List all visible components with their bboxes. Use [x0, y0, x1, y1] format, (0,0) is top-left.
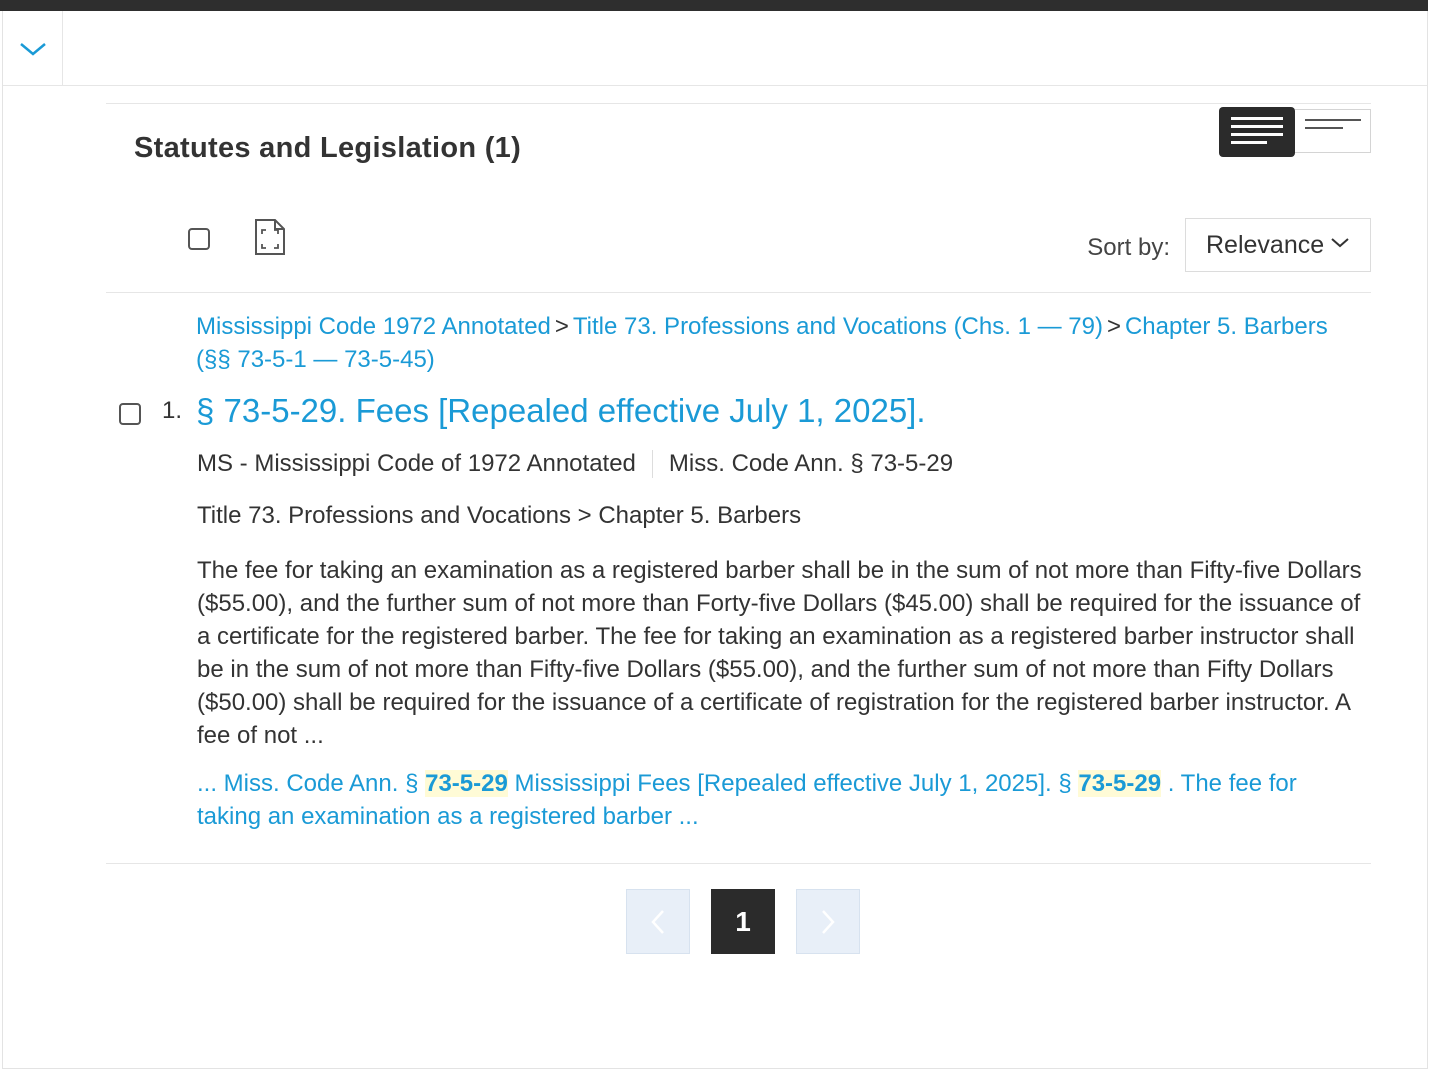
result-path: Title 73. Professions and Vocations > Ch… [197, 502, 802, 529]
result-snippet: The fee for taking an examination as a r… [197, 557, 1362, 749]
page-button-current[interactable]: 1 [711, 889, 775, 954]
divider [106, 103, 1371, 104]
pagination: 1 [626, 889, 860, 954]
chevron-down-icon [1331, 238, 1349, 248]
excerpt-text: ... Miss. Code Ann. § [197, 770, 426, 797]
top-bar [0, 0, 1428, 11]
breadcrumb-link-code[interactable]: Mississippi Code 1972 Annotated [196, 313, 551, 340]
brief-list-icon [1304, 119, 1361, 129]
divider [106, 292, 1371, 293]
result-title-link[interactable]: § 73-5-29. Fees [Repealed effective July… [196, 392, 926, 430]
meta-separator [651, 450, 653, 478]
breadcrumb-separator: > [554, 313, 569, 340]
divider [106, 863, 1371, 864]
brief-view-button[interactable] [1295, 109, 1371, 153]
chevron-right-icon [822, 909, 835, 934]
document-view-button[interactable] [254, 218, 286, 261]
section-title: Statutes and Legislation (1) [134, 132, 522, 164]
result-checkbox[interactable] [119, 403, 141, 425]
header-row [3, 11, 1427, 86]
previous-page-button[interactable] [626, 889, 690, 954]
excerpt-highlight: 73-5-29 [1078, 770, 1162, 797]
detailed-list-icon [1231, 117, 1283, 144]
result-excerpt-link[interactable]: ... Miss. Code Ann. § 73-5-29 Mississipp… [197, 767, 1327, 833]
sort-dropdown[interactable]: Relevance [1185, 218, 1371, 272]
next-page-button[interactable] [796, 889, 860, 954]
result-number: 1. [162, 397, 183, 424]
results-toolbar: Sort by: Relevance [106, 203, 1371, 283]
select-all-checkbox[interactable] [188, 228, 210, 250]
excerpt-highlight: 73-5-29 [425, 770, 508, 797]
view-toggle [1219, 107, 1371, 157]
chevron-down-icon [19, 42, 46, 56]
chevron-left-icon [651, 909, 664, 934]
result-meta: MS - Mississippi Code of 1972 Annotated … [197, 450, 953, 478]
result-breadcrumb: Mississippi Code 1972 Annotated > Title 73… [196, 310, 1361, 376]
excerpt-text: Mississippi Fees [Repealed effective Jul… [507, 770, 1079, 797]
result-source: MS - Mississippi Code of 1972 Annotated [197, 450, 636, 477]
breadcrumb-link-title[interactable]: Title 73. Professions and Vocations (Chs… [573, 313, 1103, 340]
collapse-toggle-button[interactable] [3, 11, 63, 86]
document-icon [255, 219, 285, 255]
sort-dropdown-value: Relevance [1206, 230, 1325, 259]
sort-label: Sort by: [1087, 234, 1170, 261]
breadcrumb-separator: > [1106, 313, 1121, 340]
detailed-view-button[interactable] [1219, 107, 1295, 157]
result-citation: Miss. Code Ann. § 73-5-29 [668, 450, 954, 477]
